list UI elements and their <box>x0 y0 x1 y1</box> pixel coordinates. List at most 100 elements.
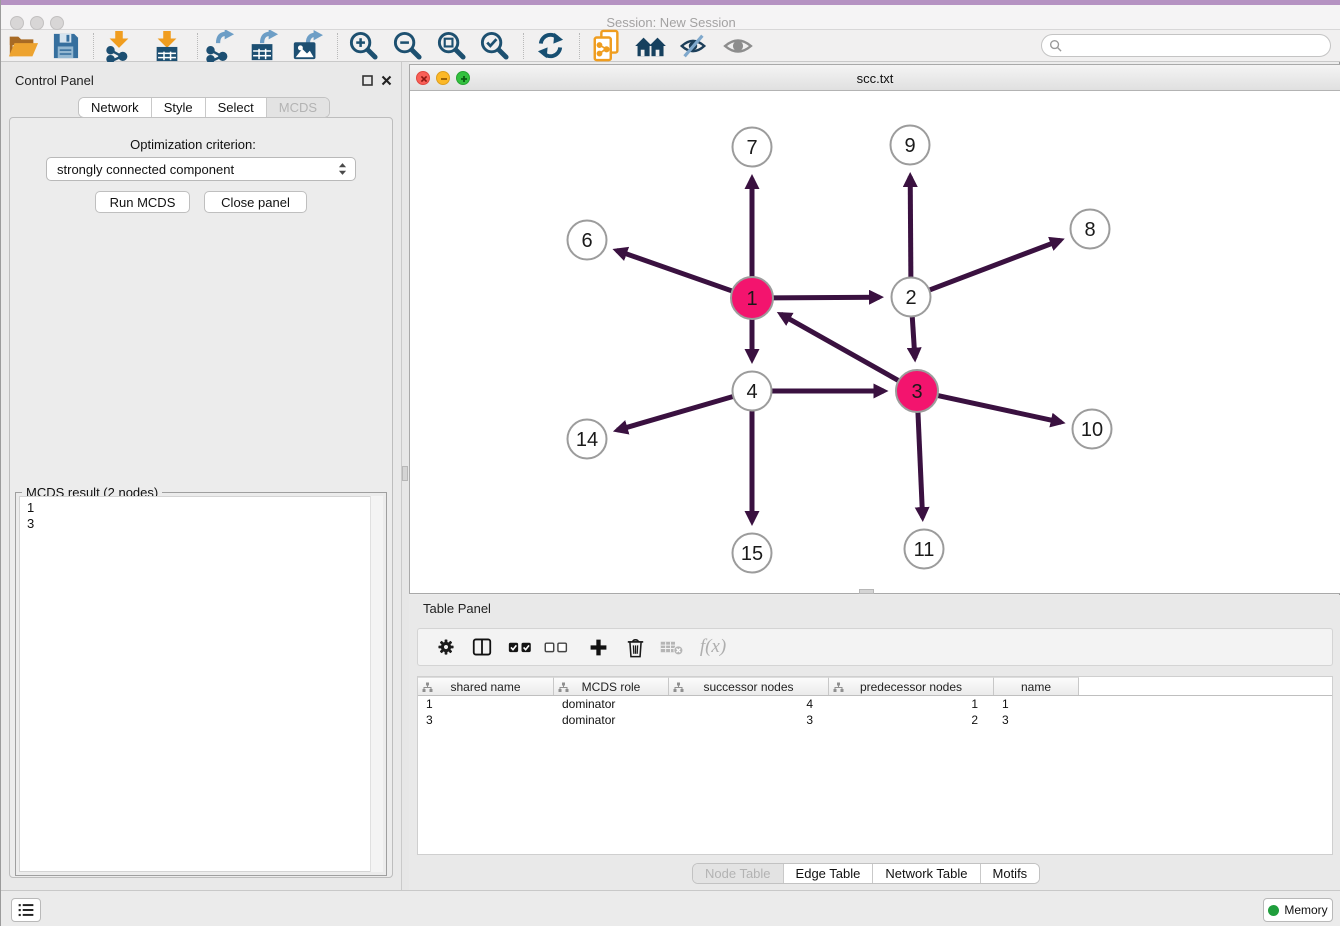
table-row[interactable]: 3dominator323 <box>418 712 1332 728</box>
zoom-out-icon[interactable] <box>389 30 425 61</box>
save-session-icon[interactable] <box>47 30 83 61</box>
select-all-checkbox-icon[interactable] <box>506 629 536 665</box>
export-table-icon[interactable] <box>245 30 281 61</box>
node-1[interactable]: 1 <box>731 277 773 319</box>
tab-edge-table[interactable]: Edge Table <box>784 864 874 883</box>
float-panel-icon[interactable] <box>361 74 373 86</box>
edge-3-10[interactable] <box>936 395 1062 422</box>
table-cell[interactable]: 2 <box>829 713 994 727</box>
edge-2-8[interactable] <box>927 240 1060 291</box>
table-cell[interactable]: dominator <box>554 697 669 711</box>
delete-table-icon[interactable] <box>658 629 686 665</box>
network-graph: 7 9 6 8 1 2 4 3 14 10 15 11 <box>410 91 1340 593</box>
column-header-shared-name[interactable]: shared name <box>418 677 554 695</box>
zoom-fit-icon[interactable] <box>433 30 469 61</box>
node-15[interactable]: 15 <box>733 534 772 573</box>
table-row[interactable]: 1dominator411 <box>418 696 1332 712</box>
control-panel: Control Panel NetworkStyleSelectMCDS Opt… <box>1 62 401 890</box>
tab-node-table[interactable]: Node Table <box>693 864 784 883</box>
column-header-mcds-role[interactable]: MCDS role <box>554 677 669 695</box>
edge-4-14[interactable] <box>617 396 735 430</box>
task-list-button[interactable] <box>11 898 41 922</box>
network-view-window: scc.txt 7 9 6 8 1 2 4 3 14 10 15 11 <box>409 64 1340 594</box>
node-10[interactable]: 10 <box>1073 410 1112 449</box>
close-panel-icon[interactable] <box>380 74 392 86</box>
result-item[interactable]: 1 <box>27 500 382 516</box>
node-4[interactable]: 4 <box>733 372 772 411</box>
panel-divider-handle[interactable] <box>402 466 408 481</box>
table-cell[interactable]: 1 <box>829 697 994 711</box>
import-network-icon[interactable] <box>101 30 137 61</box>
table-cell[interactable]: 3 <box>418 713 554 727</box>
node-7[interactable]: 7 <box>733 128 772 167</box>
mcds-result-list[interactable]: 13 <box>19 496 383 872</box>
column-header-predecessor-nodes[interactable]: predecessor nodes <box>829 677 994 695</box>
node-label: 10 <box>1081 419 1103 441</box>
tab-network-table[interactable]: Network Table <box>873 864 980 883</box>
node-6[interactable]: 6 <box>568 221 607 260</box>
tab-style[interactable]: Style <box>152 98 206 117</box>
node-label: 15 <box>741 543 763 565</box>
application-window: Session: New Session <box>0 0 1340 926</box>
node-14[interactable]: 14 <box>568 420 607 459</box>
edge-2-3[interactable] <box>912 314 915 358</box>
node-11[interactable]: 11 <box>905 530 944 569</box>
tab-network[interactable]: Network <box>79 98 152 117</box>
zoom-selected-icon[interactable] <box>476 30 512 61</box>
column-header-name[interactable]: name <box>994 677 1079 695</box>
function-builder-icon[interactable]: f(x) <box>694 629 732 665</box>
horizontal-divider-handle[interactable] <box>859 589 874 594</box>
export-image-icon[interactable] <box>289 30 325 61</box>
delete-icon[interactable] <box>621 629 649 665</box>
table-cell[interactable]: 1 <box>418 697 554 711</box>
table-cell[interactable]: 3 <box>669 713 829 727</box>
tab-select[interactable]: Select <box>206 98 267 117</box>
edge-1-6[interactable] <box>617 250 734 291</box>
annotation-icon[interactable] <box>589 30 625 61</box>
column-header-successor-nodes[interactable]: successor nodes <box>669 677 829 695</box>
search-input[interactable] <box>1066 39 1330 53</box>
edge-1-2[interactable] <box>771 297 880 298</box>
edge-3-11[interactable] <box>918 410 923 518</box>
home-icon[interactable] <box>633 30 669 61</box>
run-mcds-button[interactable]: Run MCDS <box>95 191 190 213</box>
tab-motifs[interactable]: Motifs <box>981 864 1040 883</box>
table-cell[interactable]: dominator <box>554 713 669 727</box>
table-cell[interactable]: 3 <box>994 713 1079 727</box>
show-eye-icon[interactable] <box>720 30 756 61</box>
node-3[interactable]: 3 <box>896 370 938 412</box>
close-panel-button[interactable]: Close panel <box>204 191 307 213</box>
export-network-icon[interactable] <box>201 30 237 61</box>
add-icon[interactable] <box>582 629 614 665</box>
table-toolbar: f(x) <box>417 628 1333 666</box>
import-table-icon[interactable] <box>149 30 185 61</box>
network-canvas[interactable]: 7 9 6 8 1 2 4 3 14 10 15 11 <box>410 91 1340 593</box>
edge-2-9[interactable] <box>910 176 911 279</box>
node-label: 14 <box>576 429 598 451</box>
table-cell[interactable]: 1 <box>994 697 1079 711</box>
search-box <box>1041 34 1331 57</box>
zoom-in-icon[interactable] <box>345 30 381 61</box>
control-panel-title: Control Panel <box>15 73 94 88</box>
result-scrollbar[interactable] <box>370 496 383 872</box>
node-8[interactable]: 8 <box>1071 210 1110 249</box>
optimization-criterion-select[interactable]: strongly connected component <box>46 157 356 181</box>
hide-eye-icon[interactable] <box>675 30 711 61</box>
memory-button[interactable]: Memory <box>1263 898 1333 922</box>
select-value: strongly connected component <box>57 162 234 177</box>
result-item[interactable]: 3 <box>27 516 382 532</box>
node-2[interactable]: 2 <box>892 278 931 317</box>
search-icon <box>1049 39 1062 52</box>
table-panel-title: Table Panel <box>423 601 491 616</box>
node-9[interactable]: 9 <box>891 126 930 165</box>
graph-edges <box>617 176 1061 521</box>
open-session-icon[interactable] <box>5 30 41 61</box>
table-cell[interactable]: 4 <box>669 697 829 711</box>
column-view-icon[interactable] <box>468 629 496 665</box>
deselect-checkbox-icon[interactable] <box>542 629 572 665</box>
gear-icon[interactable] <box>432 629 460 665</box>
edge-3-1[interactable] <box>781 314 901 381</box>
refresh-icon[interactable] <box>532 30 568 61</box>
tab-mcds[interactable]: MCDS <box>267 98 329 117</box>
network-window-titlebar: scc.txt <box>410 65 1340 91</box>
